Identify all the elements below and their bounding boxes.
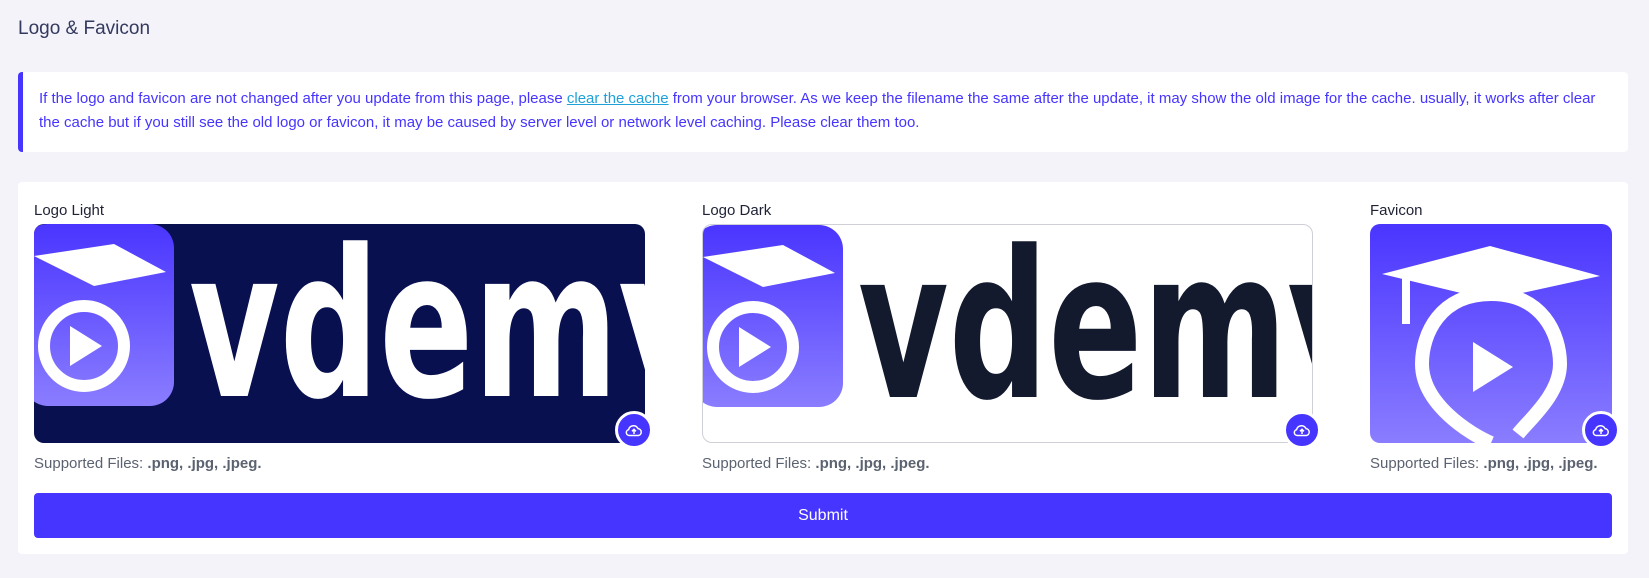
logo-dark-field: Logo Dark vdemy (702, 200, 1321, 472)
svg-text:vdemy: vdemy (858, 225, 1313, 443)
logo-dark-preview: vdemy (702, 224, 1321, 449)
logo-light-preview: vdemy (34, 224, 653, 449)
favicon-hint: Supported Files: .png, .jpg, .jpeg. (1370, 455, 1598, 472)
logo-light-image: vdemy (34, 224, 645, 443)
favicon-image (1370, 224, 1612, 443)
logo-light-field: Logo Light vdemy (34, 200, 653, 472)
logo-mark-icon: vdemy (703, 225, 1313, 443)
favicon-field: Favicon Supported Files: .png, .jpg, .jp… (1370, 200, 1620, 472)
logo-mark-icon: vdemy (34, 224, 645, 443)
logo-dark-hint: Supported Files: .png, .jpg, .jpeg. (702, 455, 930, 472)
cloud-upload-icon (625, 424, 642, 437)
cloud-upload-icon (1293, 424, 1310, 437)
submit-button[interactable]: Submit (34, 493, 1612, 538)
logo-dark-image: vdemy (702, 224, 1313, 443)
logo-dark-label: Logo Dark (702, 202, 772, 219)
clear-cache-link[interactable]: clear the cache (567, 90, 669, 107)
upload-card: Logo Light vdemy (18, 182, 1628, 554)
logo-dark-upload-button[interactable] (1283, 411, 1321, 449)
favicon-preview (1370, 224, 1620, 449)
logo-light-upload-button[interactable] (615, 411, 653, 449)
notice-text-before: If the logo and favicon are not changed … (39, 90, 567, 107)
svg-text:vdemy: vdemy (189, 224, 645, 443)
logo-light-label: Logo Light (34, 202, 105, 219)
logo-light-hint: Supported Files: .png, .jpg, .jpeg. (34, 455, 262, 472)
graduation-cap-play-icon (1382, 246, 1600, 443)
favicon-upload-button[interactable] (1582, 411, 1620, 449)
favicon-label: Favicon (1370, 202, 1423, 219)
cloud-upload-icon (1592, 424, 1609, 437)
cache-notice: If the logo and favicon are not changed … (18, 72, 1628, 152)
page-title: Logo & Favicon (18, 18, 151, 39)
